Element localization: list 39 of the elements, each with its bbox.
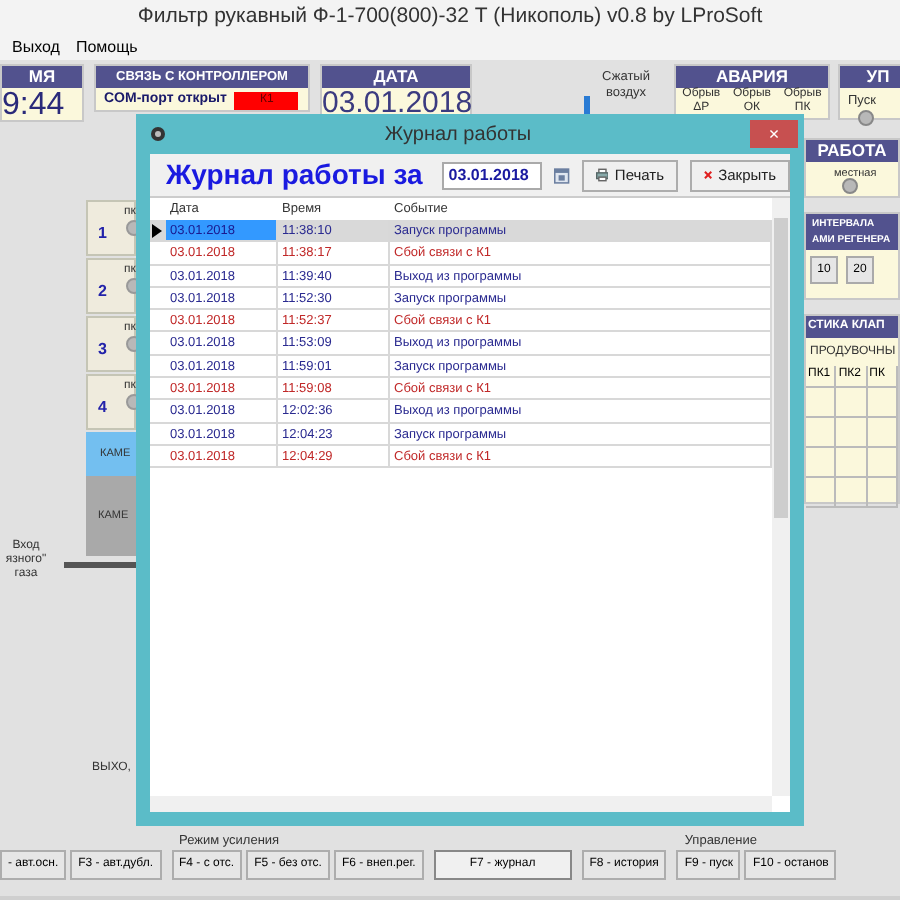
inlet-pipe <box>64 562 136 568</box>
grid-cell <box>867 418 898 448</box>
pressure-bar <box>584 96 590 116</box>
section-number: 1 <box>98 222 107 246</box>
grid-cell <box>806 388 837 418</box>
scrollbar-thumb[interactable] <box>774 218 788 518</box>
grid-cell <box>806 418 837 448</box>
grid-cell <box>867 448 898 478</box>
menu-item[interactable]: Выход <box>12 40 60 56</box>
time-value: 9:44 <box>2 88 67 122</box>
section-number: 4 <box>98 396 107 420</box>
panel-header: РАБОТА <box>806 140 898 162</box>
dialog-title: Журнал работы <box>384 121 532 149</box>
section-number: 2 <box>98 280 107 304</box>
journal-heading: Журнал работы за <box>166 156 423 194</box>
grid-cell <box>806 448 837 478</box>
grid-cell <box>836 388 868 418</box>
menu-item[interactable]: Помощь <box>75 40 138 56</box>
panel-header: ДАТА <box>322 66 470 88</box>
date-value: 03.01.2018 <box>322 88 470 118</box>
printer-icon <box>596 166 609 184</box>
window-title: Фильтр рукавный Ф-1-700(800)-32 Т (Никополь) v0.8 by LProSoft <box>137 2 763 33</box>
cross-icon <box>704 166 713 184</box>
indicator-lamp <box>858 110 874 126</box>
row-pointer-icon <box>152 224 162 238</box>
panel-header: АВАРИЯ <box>676 66 828 88</box>
grid-cell <box>867 478 898 508</box>
panel-header: МЯ <box>2 66 82 88</box>
grid-cell <box>836 418 868 448</box>
app-icon <box>150 126 166 142</box>
grid-cell <box>867 388 898 418</box>
calendar-icon[interactable] <box>554 165 570 185</box>
grid-cell <box>806 478 837 508</box>
grid-cell <box>836 478 868 508</box>
grid-cell <box>836 448 868 478</box>
date-field[interactable]: 03.01.2018 <box>442 161 543 189</box>
close-button[interactable]: × <box>750 120 798 148</box>
section-number: 3 <box>98 338 107 362</box>
panel-header: УП <box>840 66 900 88</box>
